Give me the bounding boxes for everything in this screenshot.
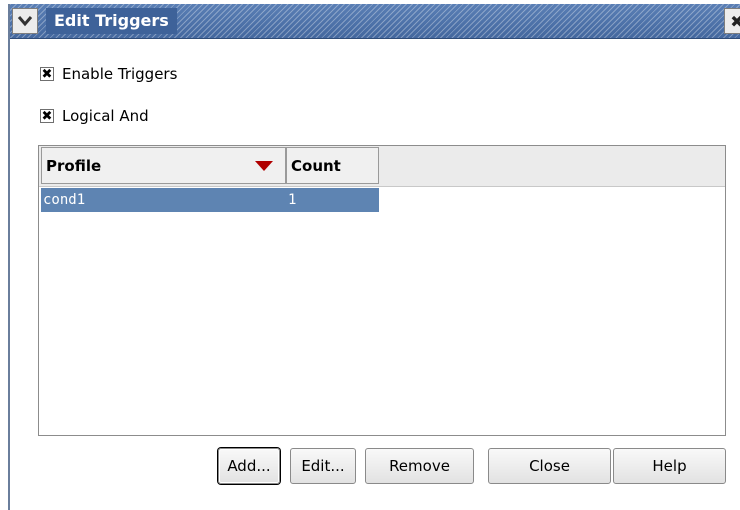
add-button[interactable]: Add... [218,448,280,484]
window-menu-button[interactable] [12,8,38,34]
add-button-label: Add... [227,457,271,475]
table-header: Profile Count [39,146,725,187]
title-bar[interactable]: Edit Triggers ✖ [10,4,740,39]
close-button-label: Close [529,457,570,475]
chevron-down-icon [17,16,33,27]
enable-triggers-option[interactable]: ✖ Enable Triggers [40,64,177,84]
edit-button-label: Edit... [301,457,345,475]
triggers-table: Profile Count cond1 1 [38,145,726,436]
remove-button[interactable]: Remove [365,448,474,484]
close-icon: ✖ [730,11,740,31]
cell-count: 1 [288,192,297,208]
check-x-icon: ✖ [41,66,53,82]
column-header-count[interactable]: Count [286,147,379,184]
check-x-icon: ✖ [41,108,53,124]
cell-profile: cond1 [43,192,86,208]
window-close-button[interactable]: ✖ [724,8,740,34]
help-button[interactable]: Help [613,448,726,484]
help-button-label: Help [652,457,687,475]
column-label-profile: Profile [46,156,102,175]
logical-and-option[interactable]: ✖ Logical And [40,106,149,126]
close-button[interactable]: Close [488,448,611,484]
logical-and-checkbox[interactable]: ✖ [40,109,54,123]
sort-descending-icon [255,161,273,171]
enable-triggers-label[interactable]: Enable Triggers [62,65,177,83]
edit-button[interactable]: Edit... [290,448,356,484]
enable-triggers-checkbox[interactable]: ✖ [40,67,54,81]
remove-button-label: Remove [389,457,450,475]
column-header-profile[interactable]: Profile [41,147,286,184]
edit-triggers-dialog: Edit Triggers ✖ ✖ Enable Triggers ✖ Logi… [8,4,740,510]
column-label-count: Count [291,156,341,175]
window-title: Edit Triggers [46,8,177,34]
logical-and-label[interactable]: Logical And [62,107,149,125]
table-row[interactable]: cond1 1 [41,188,379,212]
